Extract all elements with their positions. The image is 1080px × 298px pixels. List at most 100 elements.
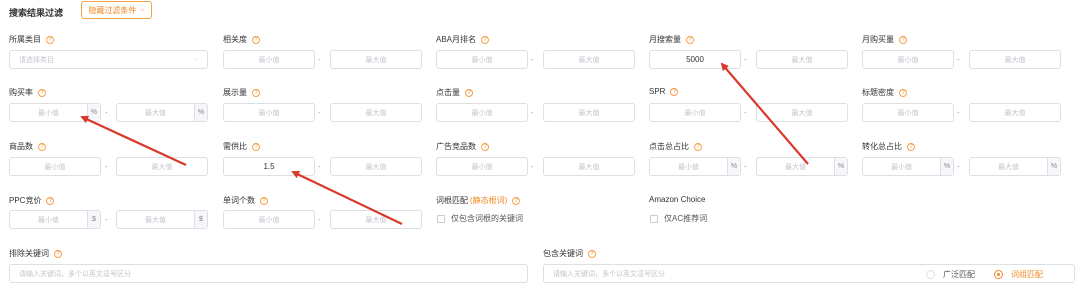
help-icon[interactable]: ? [670,87,679,96]
conversion-share-max-input[interactable]: 最大值% [969,157,1061,176]
radio-broad-match[interactable]: 广泛匹配 [926,269,975,280]
percent-suffix: % [194,104,207,121]
radio-phrase-match[interactable]: 词组匹配 [994,269,1043,280]
help-icon[interactable]: ? [899,35,907,44]
label-product-count: 商品数? [9,141,46,152]
help-icon[interactable]: ? [54,249,62,258]
monthly-purchase-max-input[interactable]: 最大值 [969,50,1061,69]
range-separator: - [957,162,960,171]
label-impressions: 展示量? [223,87,260,98]
help-icon[interactable]: ? [899,88,907,97]
label-monthly-purchase: 月购买量? [862,34,907,45]
word-count-min-input[interactable]: 最小值 [223,210,315,229]
dollar-suffix: $ [194,211,207,228]
ac-only-checkbox[interactable]: 仅AC推荐词 [650,213,707,224]
monthly-search-min-input[interactable]: 5000 [649,50,741,69]
impressions-max-input[interactable]: 最大值 [330,103,422,122]
hide-filters-button[interactable]: 隐藏过滤条件 ⌵ [81,1,152,19]
click-share-min-input[interactable]: 最小值% [649,157,741,176]
purchase-rate-max-input[interactable]: 最大值% [116,103,208,122]
label-ad-product-count: 广告竞品数? [436,141,489,152]
help-icon[interactable]: ? [260,196,268,205]
help-icon[interactable]: ? [252,142,260,151]
purchase-rate-min-input[interactable]: 最小值% [9,103,101,122]
range-separator: - [105,162,108,171]
filter-header-title: 搜索结果过滤 [9,8,64,18]
label-include-keywords: 包含关键词? [543,248,596,259]
help-icon[interactable]: ? [38,88,46,97]
range-separator: - [105,215,108,224]
radio-dot[interactable] [994,270,1003,279]
label-relevance: 相关度? [223,34,260,45]
percent-suffix: % [940,158,953,175]
product-count-min-input[interactable]: 最小值 [9,157,101,176]
exclude-keywords-input[interactable]: 请输入关键词，多个以英文逗号区分 [9,264,528,283]
help-icon[interactable]: ? [907,142,915,151]
chevron-down-icon: ⌵ [139,6,145,13]
root-only-label: 仅包含词根的关键词 [451,214,523,223]
help-icon[interactable]: ? [46,35,54,44]
help-icon[interactable]: ? [252,35,260,44]
help-icon[interactable]: ? [694,142,702,151]
aba-rank-max-input[interactable]: 最大值 [543,50,635,69]
help-icon[interactable]: ? [465,88,473,97]
ppc-bid-min-input[interactable]: 最小值 $ [9,210,101,229]
ppc-bid-max-input[interactable]: 最大值 $ [116,210,208,229]
relevance-min-input[interactable]: 最小值 [223,50,315,69]
checkbox-box[interactable] [437,214,445,223]
ac-only-label: 仅AC推荐词 [664,214,708,223]
label-conversion-share: 转化总占比? [862,141,915,152]
help-icon[interactable]: ? [46,196,55,205]
monthly-search-max-input[interactable]: 最大值 [756,50,848,69]
spr-max-input[interactable]: 最大值 [756,103,848,122]
label-spr: SPR? [649,87,679,96]
relevance-max-input[interactable]: 最大值 [330,50,422,69]
title-density-min-input[interactable]: 最小值 [862,103,954,122]
label-title-density: 标题密度? [862,87,907,98]
ad-product-count-max-input[interactable]: 最大值 [543,157,635,176]
label-word-count: 单词个数? [223,195,268,206]
help-icon[interactable]: ? [512,196,521,205]
spr-min-input[interactable]: 最小值 [649,103,741,122]
range-separator: - [318,55,321,64]
label-monthly-search: 月搜索量? [649,34,694,45]
range-separator: - [531,55,534,64]
click-share-max-input[interactable]: 最大值% [756,157,848,176]
conversion-share-min-input[interactable]: 最小值% [862,157,954,176]
help-icon[interactable]: ? [686,35,694,44]
checkbox-box[interactable] [650,214,658,223]
range-separator: - [318,162,321,171]
phrase-match-label: 词组匹配 [1011,270,1043,279]
category-select[interactable]: 请选择类目 ⌵ [9,50,208,69]
label-purchase-rate: 购买率? [9,87,46,98]
supply-demand-min-input[interactable]: 1.5 [223,157,315,176]
help-icon[interactable]: ? [481,35,490,44]
impressions-min-input[interactable]: 最小值 [223,103,315,122]
label-root-match: 词根匹配 (静态根词)? [436,195,521,206]
percent-suffix: % [834,158,847,175]
percent-suffix: % [727,158,740,175]
range-separator: - [744,55,747,64]
help-icon[interactable]: ? [588,249,596,258]
word-count-max-input[interactable]: 最大值 [330,210,422,229]
label-supply-demand: 需供比? [223,141,260,152]
ad-product-count-min-input[interactable]: 最小值 [436,157,528,176]
label-click-share: 点击总占比? [649,141,702,152]
title-density-max-input[interactable]: 最大值 [969,103,1061,122]
monthly-purchase-min-input[interactable]: 最小值 [862,50,954,69]
help-icon[interactable]: ? [481,142,489,151]
product-count-max-input[interactable]: 最大值 [116,157,208,176]
range-separator: - [957,108,960,117]
clicks-max-input[interactable]: 最大值 [543,103,635,122]
help-icon[interactable]: ? [38,142,46,151]
category-placeholder: 请选择类目 [19,56,54,64]
root-only-checkbox[interactable]: 仅包含词根的关键词 [437,213,523,224]
aba-rank-min-input[interactable]: 最小值 [436,50,528,69]
range-separator: - [318,215,321,224]
radio-dot[interactable] [926,270,935,279]
supply-demand-max-input[interactable]: 最大值 [330,157,422,176]
label-category: 所属类目? [9,34,54,45]
help-icon[interactable]: ? [252,88,260,97]
clicks-min-input[interactable]: 最小值 [436,103,528,122]
chevron-down-icon: ⌵ [193,55,199,63]
